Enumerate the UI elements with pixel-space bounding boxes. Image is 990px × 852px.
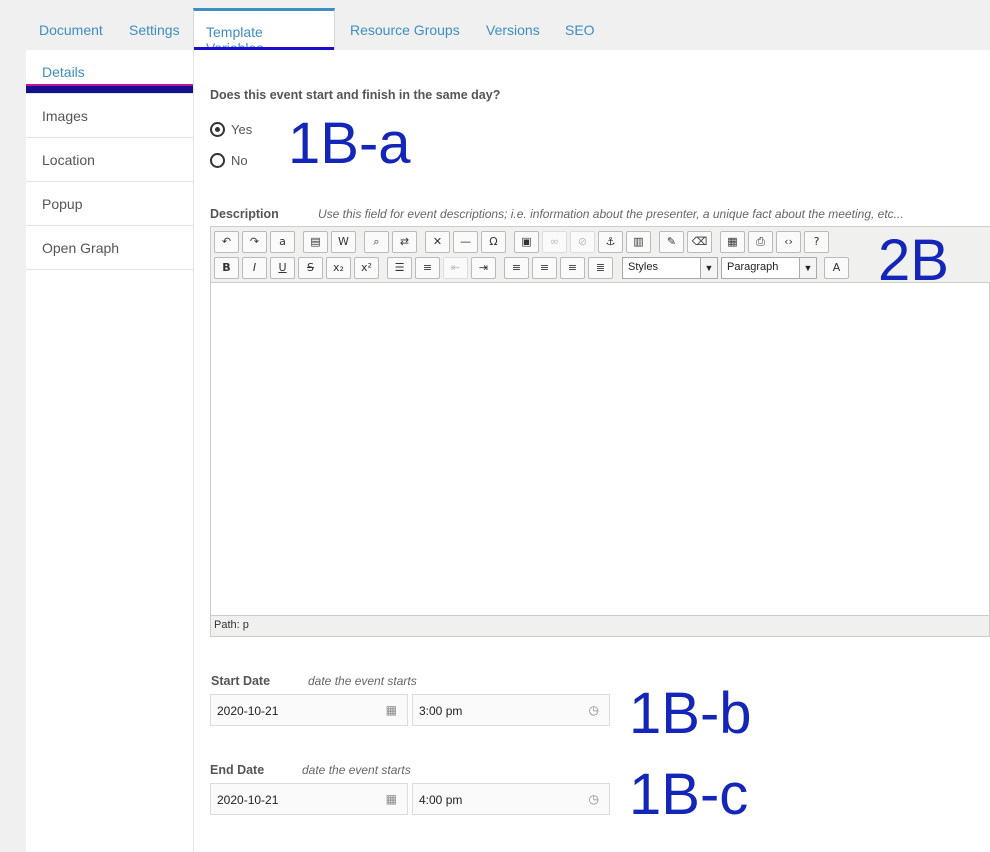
editor-content-area[interactable] [211,283,989,615]
side-tab-open-graph[interactable]: Open Graph [26,226,194,270]
annotation-1b-a: 1B-a [288,111,411,176]
format-select[interactable]: Paragraph ▼ [721,257,817,279]
align-left-icon[interactable]: ≡ [504,257,529,279]
select-all-icon[interactable]: a [270,231,295,253]
radio-yes-label: Yes [231,122,253,137]
start-date-label: Start Date [211,674,271,688]
radio-unchecked-icon [210,153,225,168]
styles-select-value: Styles [628,261,658,273]
end-date-value: 2020-10-21 [217,793,279,807]
radio-checked-icon [210,122,225,137]
cleanup-icon[interactable]: ✕ [425,231,450,253]
annotation-1b-c: 1B-c [629,762,749,827]
underline-icon[interactable]: U [270,257,295,279]
chevron-down-icon: ▼ [799,258,816,278]
end-date-help: date the event starts [302,763,411,777]
unlink-icon[interactable]: ⊘ [570,231,595,253]
undo-icon[interactable]: ↶ [214,231,239,253]
end-date-label: End Date [210,763,265,777]
side-tab-details[interactable]: Details [26,50,194,94]
bullet-list-icon[interactable]: ☰ [387,257,412,279]
side-tab-popup[interactable]: Popup [26,182,194,226]
side-tab-list: Details Images Location Popup Open Graph [26,50,194,852]
side-tab-details-label: Details [42,64,85,80]
calendar-icon[interactable]: ▦ [386,792,397,806]
tab-resource-groups[interactable]: Resource Groups [350,22,460,38]
tab-template-variables[interactable]: Template Variables [193,8,335,56]
align-right-icon[interactable]: ≡ [560,257,585,279]
find-icon[interactable]: ⌕ [364,231,389,253]
start-date-help: date the event starts [308,674,417,688]
outdent-icon[interactable]: ⇤ [443,257,468,279]
image-icon[interactable]: ▣ [514,231,539,253]
tab-versions[interactable]: Versions [486,22,540,38]
html-source-icon[interactable]: ‹› [776,231,801,253]
side-tab-location[interactable]: Location [26,138,194,182]
remove-format-icon[interactable]: ⌫ [687,231,712,253]
paste-icon[interactable]: ▤ [303,231,328,253]
numbered-list-icon[interactable]: ≡ [415,257,440,279]
editor-path-bar: Path: p [211,615,989,636]
radio-no-label: No [231,153,248,168]
text-color-icon[interactable]: ✎ [659,231,684,253]
start-time-field[interactable]: 3:00 pm ◷ [412,694,610,726]
template-icon[interactable]: ▦ [720,231,745,253]
annotation-1b-b: 1B-b [629,681,752,746]
tab-seo[interactable]: SEO [565,22,595,38]
indent-icon[interactable]: ⇥ [471,257,496,279]
same-day-question: Does this event start and finish in the … [210,88,501,102]
styles-select[interactable]: Styles ▼ [622,257,718,279]
top-tab-bar: Document Settings Template Variables Res… [0,0,990,56]
strikethrough-icon[interactable]: S [298,257,323,279]
italic-icon[interactable]: I [242,257,267,279]
end-time-field[interactable]: 4:00 pm ◷ [412,783,610,815]
subscript-icon[interactable]: x₂ [326,257,351,279]
replace-icon[interactable]: ⇄ [392,231,417,253]
print-icon[interactable]: ⎙ [748,231,773,253]
tab-document[interactable]: Document [39,22,103,38]
media-icon[interactable]: ▥ [626,231,651,253]
horizontal-rule-icon[interactable]: — [453,231,478,253]
annotation-2b: 2B [878,228,949,293]
chevron-down-icon: ▼ [700,258,717,278]
start-time-value: 3:00 pm [419,704,463,718]
special-char-icon[interactable]: Ω [481,231,506,253]
editor-toolbar: ↶ ↷ a ▤ W ⌕ ⇄ ✕ — Ω ▣ ∞ ⊘ ⚓ ▥ ✎ ⌫ ▦ ⎙ ‹›… [211,227,990,283]
description-help: Use this field for event descriptions; i… [318,207,904,221]
radio-no[interactable]: No [210,153,248,168]
active-side-tab-highlight [26,84,193,93]
start-date-field[interactable]: 2020-10-21 ▦ [210,694,408,726]
end-date-field[interactable]: 2020-10-21 ▦ [210,783,408,815]
align-center-icon[interactable]: ≡ [532,257,557,279]
superscript-icon[interactable]: x² [354,257,379,279]
paste-word-icon[interactable]: W [331,231,356,253]
redo-icon[interactable]: ↷ [242,231,267,253]
calendar-icon[interactable]: ▦ [386,703,397,717]
bold-icon[interactable]: B [214,257,239,279]
anchor-icon[interactable]: ⚓ [598,231,623,253]
link-icon[interactable]: ∞ [542,231,567,253]
radio-yes[interactable]: Yes [210,122,252,137]
clock-icon[interactable]: ◷ [589,703,599,717]
start-date-value: 2020-10-21 [217,704,279,718]
end-time-value: 4:00 pm [419,793,463,807]
description-label: Description [210,207,279,221]
help-icon[interactable]: ? [804,231,829,253]
spellcheck-icon[interactable]: A [824,257,849,279]
clock-icon[interactable]: ◷ [589,792,599,806]
side-tab-images[interactable]: Images [26,94,194,138]
justify-icon[interactable]: ≣ [588,257,613,279]
format-select-value: Paragraph [727,261,779,273]
rich-text-editor: ↶ ↷ a ▤ W ⌕ ⇄ ✕ — Ω ▣ ∞ ⊘ ⚓ ▥ ✎ ⌫ ▦ ⎙ ‹›… [210,226,990,637]
tab-settings[interactable]: Settings [129,22,180,38]
